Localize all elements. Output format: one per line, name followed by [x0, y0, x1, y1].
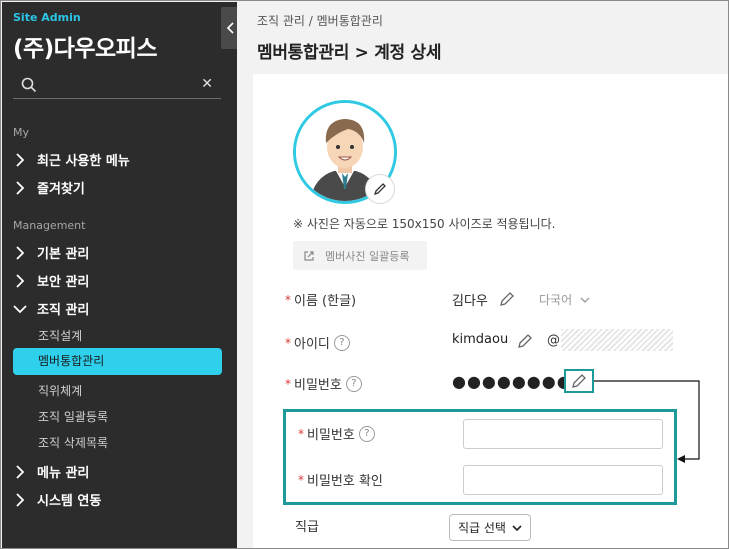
sidebar-subitem-org-design[interactable]: 조직설계	[38, 327, 82, 344]
breadcrumb: 조직 관리 / 멤버통합관리	[257, 14, 383, 28]
sidebar-item-org[interactable]: 조직 관리	[13, 299, 89, 318]
sidebar-item-security[interactable]: 보안 관리	[13, 271, 89, 290]
account-detail-card: ※ 사진은 자동으로 150x150 사이즈로 적용됩니다. 멤버사진 일괄등록…	[253, 74, 728, 548]
section-management: Management	[13, 219, 86, 232]
search-icon	[21, 77, 37, 93]
sidebar-subitem-member-mgmt[interactable]: 멤버통합관리	[13, 348, 222, 375]
sidebar-item-label: 기본 관리	[37, 247, 90, 262]
sidebar: Site Admin (주)다우오피스 ✕ My 최근 사용한 메뉴 즐겨찾기 …	[2, 2, 238, 548]
sidebar-subitem-position[interactable]: 직위체계	[38, 382, 82, 399]
clear-search-icon[interactable]: ✕	[201, 76, 213, 92]
chevron-right-icon	[16, 152, 25, 167]
sidebar-item-recent[interactable]: 최근 사용한 메뉴	[13, 150, 130, 169]
sidebar-item-label: 조직 관리	[37, 303, 90, 318]
chevron-right-icon	[16, 273, 25, 288]
sidebar-item-label: 최근 사용한 메뉴	[37, 154, 130, 169]
chevron-down-icon	[13, 304, 27, 313]
annotation-arrow	[594, 380, 700, 463]
chevron-right-icon	[16, 245, 25, 260]
sidebar-subitem-bulk-register[interactable]: 조직 일괄등록	[38, 408, 108, 425]
chevron-right-icon	[16, 464, 25, 479]
sidebar-search[interactable]: ✕	[13, 72, 221, 99]
main-content: 조직 관리 / 멤버통합관리 멤버통합관리 > 계정 상세 ※ 사진은 자동으로…	[237, 2, 728, 548]
sidebar-item-favorites[interactable]: 즐겨찾기	[13, 178, 85, 197]
chevron-left-icon	[226, 22, 234, 34]
chevron-right-icon	[16, 492, 25, 507]
sidebar-item-system[interactable]: 시스템 연동	[13, 490, 101, 509]
sidebar-collapse-button[interactable]	[221, 7, 238, 49]
page-title: 멤버통합관리 > 계정 상세	[257, 43, 442, 63]
app-window: Site Admin (주)다우오피스 ✕ My 최근 사용한 메뉴 즐겨찾기 …	[0, 0, 729, 549]
sidebar-item-label: 즐겨찾기	[37, 182, 85, 197]
sidebar-item-basic[interactable]: 기본 관리	[13, 243, 89, 262]
sidebar-item-label: 시스템 연동	[37, 494, 102, 509]
sidebar-item-label: 메뉴 관리	[37, 466, 90, 481]
chevron-right-icon	[16, 180, 25, 195]
section-my: My	[13, 126, 30, 139]
company-name: (주)다우오피스	[13, 36, 157, 62]
site-admin-label: Site Admin	[13, 11, 81, 24]
sidebar-subitem-deleted[interactable]: 조직 삭제목록	[38, 434, 108, 451]
sidebar-item-menu[interactable]: 메뉴 관리	[13, 462, 89, 481]
sidebar-item-label: 보안 관리	[37, 275, 90, 290]
